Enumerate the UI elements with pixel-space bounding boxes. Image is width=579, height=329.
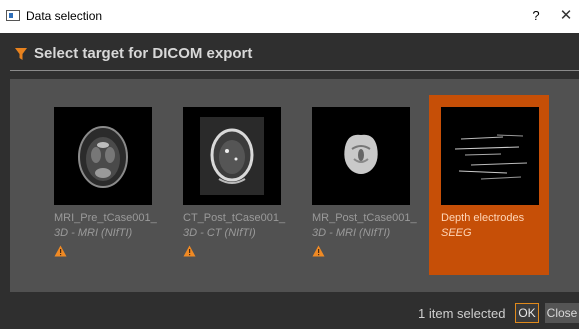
window-title: Data selection <box>26 9 103 23</box>
ct-post-thumbnail <box>183 107 281 205</box>
data-item-name: MRI_Pre_tCase001_ <box>54 212 157 224</box>
dialog-footer: 1 item selected OK Close <box>0 298 579 329</box>
window-close-button[interactable]: ✕ <box>556 5 576 27</box>
help-button[interactable]: ? <box>526 5 546 27</box>
header-divider <box>10 70 579 71</box>
filter-icon <box>15 48 27 60</box>
data-item-mri-pre[interactable]: MRI_Pre_tCase001_ 3D - MRI (NIfTI) <box>42 95 162 275</box>
warning-icon <box>54 245 67 257</box>
ok-button[interactable]: OK <box>515 303 539 323</box>
data-item-type: 3D - MRI (NIfTI) <box>312 227 391 239</box>
dialog-header: Select target for DICOM export <box>0 39 579 69</box>
warning-icon <box>183 245 196 257</box>
data-item-type: 3D - CT (NIfTI) <box>183 227 256 239</box>
data-item-name: CT_Post_tCase001_ <box>183 212 286 224</box>
data-item-depth-electrodes[interactable]: Depth electrodes SEEG <box>429 95 549 275</box>
data-item-grid: MRI_Pre_tCase001_ 3D - MRI (NIfTI) CT_Po… <box>10 79 579 292</box>
mr-post-thumbnail <box>312 107 410 205</box>
data-item-ct-post[interactable]: CT_Post_tCase001_ 3D - CT (NIfTI) <box>171 95 291 275</box>
app-window-icon <box>6 10 20 21</box>
title-bar: Data selection ? ✕ <box>0 0 579 33</box>
mri-pre-thumbnail <box>54 107 152 205</box>
data-item-name: Depth electrodes <box>441 212 525 224</box>
data-item-mr-post[interactable]: MR_Post_tCase001_ 3D - MRI (NIfTI) <box>300 95 420 275</box>
selection-status: 1 item selected <box>418 306 506 321</box>
data-item-type: 3D - MRI (NIfTI) <box>54 227 133 239</box>
data-item-type: SEEG <box>441 227 472 239</box>
dialog-body: Select target for DICOM export MRI_Pre_t… <box>0 33 579 329</box>
depth-electrodes-thumbnail <box>441 107 539 205</box>
data-item-name: MR_Post_tCase001_ <box>312 212 417 224</box>
dialog-heading: Select target for DICOM export <box>34 45 253 62</box>
warning-icon <box>312 245 325 257</box>
close-button[interactable]: Close <box>545 303 579 323</box>
